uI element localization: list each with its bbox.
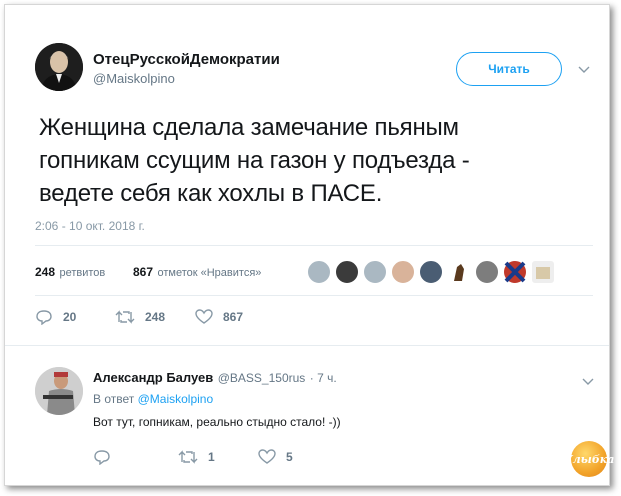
reply-author-name[interactable]: Александр Балуев [93, 370, 213, 385]
tweet-text: Женщина сделала замечание пьяным гопника… [39, 111, 599, 210]
retweets-stat[interactable]: 248 ретвитов [35, 263, 105, 281]
reply-time[interactable]: · 7 ч. [310, 371, 337, 385]
like-action[interactable]: 867 [195, 309, 243, 325]
author-handle[interactable]: @Maiskolpino [93, 71, 175, 86]
reply-count: 20 [63, 310, 77, 324]
liker-avatar[interactable] [447, 260, 471, 284]
author-avatar-image [35, 43, 83, 91]
liker-avatar[interactable] [503, 260, 527, 284]
reply-header: Александр Балуев @BASS_150rus · 7 ч. [93, 369, 337, 387]
retweets-label: ретвитов [59, 267, 106, 279]
liker-avatar[interactable] [307, 260, 331, 284]
reply-action[interactable]: 20 [35, 309, 76, 325]
retweet-action[interactable]: 248 [115, 309, 165, 325]
divider [35, 295, 593, 296]
follow-button[interactable]: Читать [456, 52, 562, 86]
retweet-icon [115, 310, 135, 324]
divider [35, 245, 593, 246]
reply-author-handle[interactable]: @BASS_150rus [218, 371, 306, 385]
reply-text: Вот тут, гопникам, реально стыдно стало!… [93, 415, 341, 429]
liker-avatar[interactable] [363, 260, 387, 284]
reply-icon [36, 310, 52, 325]
likes-label: отметок «Нравится» [157, 267, 262, 279]
watermark-logo: Улыбка [564, 441, 614, 477]
reply-to-prefix: В ответ [93, 392, 135, 406]
divider [5, 345, 609, 346]
retweet-icon [178, 450, 198, 464]
likes-stat[interactable]: 867 отметок «Нравится» [133, 263, 261, 281]
retweets-count: 248 [35, 265, 56, 279]
reply-author-avatar-image [35, 367, 83, 415]
tweet-timestamp[interactable]: 2:06 - 10 окт. 2018 г. [35, 219, 145, 233]
like-action[interactable]: 5 [258, 449, 293, 465]
retweet-count: 1 [208, 450, 215, 464]
retweet-count: 248 [145, 310, 166, 324]
liker-avatar[interactable] [419, 260, 443, 284]
author-avatar[interactable] [35, 43, 83, 91]
liker-avatar[interactable] [335, 260, 359, 284]
chevron-down-icon[interactable] [582, 375, 594, 389]
reply-icon [94, 450, 110, 465]
tweet-card: ОтецРусскойДемократии @Maiskolpino Читат… [4, 4, 614, 486]
chevron-down-icon[interactable] [578, 63, 590, 77]
tweet-text-line: Женщина сделала замечание пьяным [39, 114, 459, 141]
reply-to-line: В ответ @Maiskolpino [93, 392, 213, 406]
tweet-text-line: ведете себя как хохлы в ПАСЕ. [39, 180, 383, 207]
heart-icon [258, 449, 276, 464]
reply-to-handle[interactable]: @Maiskolpino [138, 392, 214, 406]
like-count: 867 [223, 310, 244, 324]
reply-action[interactable] [93, 449, 121, 465]
liker-avatar[interactable] [391, 260, 415, 284]
author-name[interactable]: ОтецРусскойДемократии [93, 51, 280, 68]
reply-author-avatar[interactable] [35, 367, 83, 415]
heart-icon [195, 309, 213, 324]
tweet-text-line: гопникам ссущим на газон у подъезда - [39, 147, 470, 174]
like-count: 5 [286, 450, 293, 464]
likes-count: 867 [133, 265, 154, 279]
retweet-action[interactable]: 1 [178, 449, 215, 465]
liker-avatar[interactable] [475, 260, 499, 284]
liker-avatar[interactable] [531, 260, 555, 284]
